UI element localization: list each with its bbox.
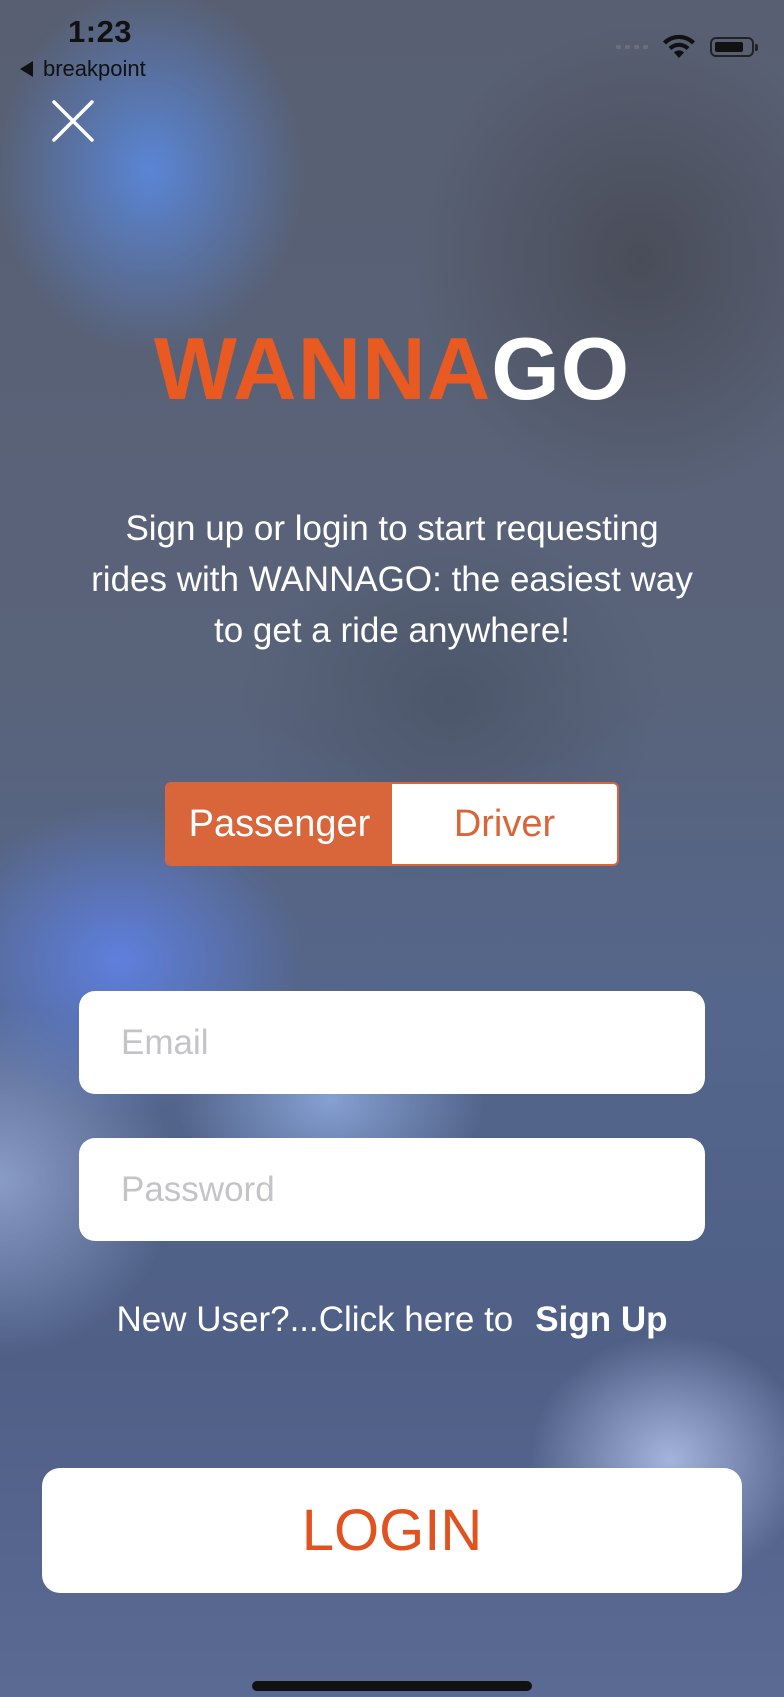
- login-button[interactable]: LOGIN: [42, 1468, 742, 1593]
- back-to-app-link[interactable]: breakpoint: [20, 56, 146, 82]
- status-time: 1:23: [68, 14, 133, 49]
- signup-link[interactable]: Sign Up: [535, 1300, 667, 1339]
- back-arrow-icon: [20, 61, 33, 77]
- tagline-line: rides with WANNAGO: the easiest way: [91, 560, 693, 599]
- status-indicators: [616, 34, 758, 60]
- logo-part-go: GO: [491, 319, 631, 418]
- battery-icon: [710, 37, 758, 57]
- email-input[interactable]: [79, 991, 705, 1094]
- app-logo: WANNAGO: [0, 325, 784, 413]
- segment-driver[interactable]: Driver: [392, 784, 617, 864]
- signal-icon: [616, 45, 648, 49]
- logo-part-wanna: WANNA: [153, 319, 492, 418]
- password-input[interactable]: [79, 1138, 705, 1241]
- tagline-line: to get a ride anywhere!: [213, 611, 571, 650]
- wifi-icon: [663, 34, 695, 58]
- signup-prompt-text: New User?...Click here to: [116, 1300, 514, 1339]
- back-link-label: breakpoint: [43, 56, 146, 81]
- signup-prompt-row: New User?...Click here to Sign Up: [0, 1300, 784, 1340]
- home-indicator: [252, 1681, 532, 1691]
- tagline: Sign up or login to start requesting rid…: [50, 503, 734, 656]
- role-segmented-control: Passenger Driver: [165, 782, 619, 866]
- tagline-line: Sign up or login to start requesting: [125, 509, 659, 548]
- close-icon[interactable]: [50, 98, 96, 144]
- segment-passenger[interactable]: Passenger: [167, 784, 392, 864]
